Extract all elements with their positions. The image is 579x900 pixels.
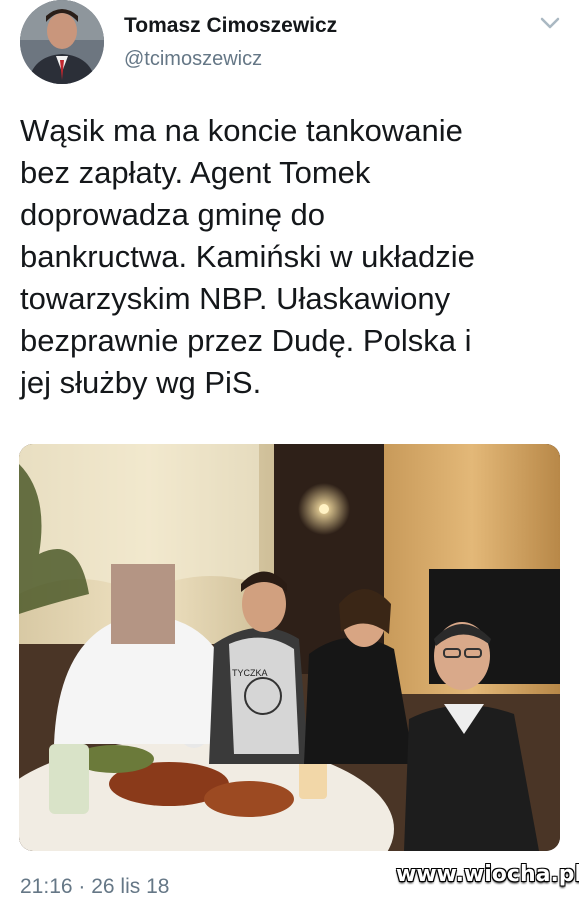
tweet-timestamp[interactable]: 21:16 · 26 lis 18 [20, 875, 169, 899]
avatar-image [20, 0, 104, 84]
shirt-print-text: TYCZKA [232, 668, 268, 678]
tweet-text: Wąsik ma na koncie tankowanie bez zapłat… [20, 113, 475, 400]
chevron-down-icon[interactable] [538, 14, 562, 32]
avatar[interactable] [20, 0, 104, 84]
tweet-header: Tomasz Cimoszewicz @tcimoszewicz [0, 0, 579, 100]
author-name[interactable]: Tomasz Cimoszewicz [124, 14, 337, 38]
author-handle[interactable]: @tcimoszewicz [124, 48, 262, 71]
watermark: www.wiocha.pl [396, 862, 579, 887]
tweet-photo[interactable]: TYCZKA [19, 444, 560, 851]
photo-image: TYCZKA [19, 444, 560, 851]
